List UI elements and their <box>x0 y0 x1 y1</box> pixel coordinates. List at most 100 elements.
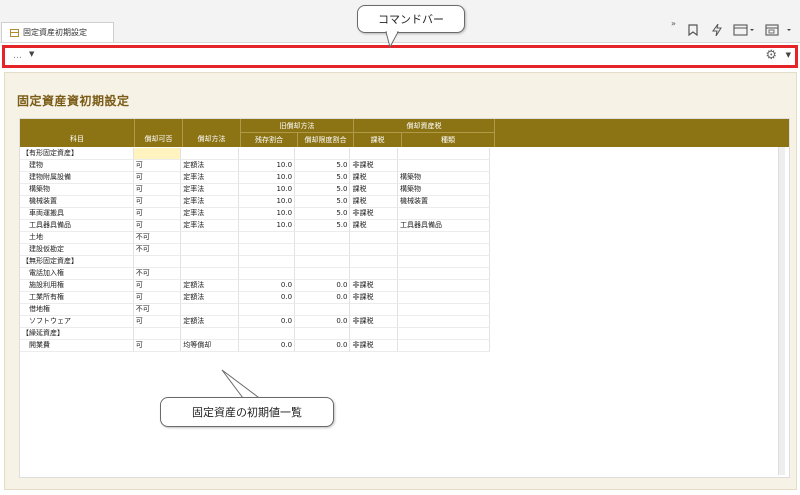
more-commands-button[interactable]: … <box>13 51 22 61</box>
cell-subject[interactable]: 【繰延資産】 <box>20 328 134 340</box>
cell-tax[interactable] <box>350 148 398 160</box>
cell-subject[interactable]: 【有形固定資産】 <box>20 148 134 160</box>
cell-limit[interactable]: 5.0 <box>295 160 351 172</box>
table-row[interactable]: 工業所有権可定額法 0.0 0.0 非課税 <box>20 292 490 304</box>
cell-can-depreciate[interactable]: 可 <box>133 196 182 208</box>
lightning-icon[interactable] <box>710 23 724 40</box>
cell-method[interactable]: 定額法 <box>181 316 239 328</box>
table-row[interactable]: 建物附属設備可定率法 10.0 5.0 課税 構築物 <box>20 172 490 184</box>
cell-kind[interactable] <box>398 316 490 328</box>
table-row[interactable]: 機械装置可定率法 10.0 5.0 課税 機械装置 <box>20 196 490 208</box>
cell-residual[interactable] <box>238 256 296 268</box>
cell-tax[interactable] <box>350 256 398 268</box>
table-row[interactable]: 施設利用権可定額法 0.0 0.0 非課税 <box>20 280 490 292</box>
cell-subject[interactable]: 土地 <box>20 232 134 244</box>
cell-tax[interactable]: 課税 <box>350 184 398 196</box>
cell-method[interactable]: 定額法 <box>181 160 239 172</box>
table-row[interactable]: 借地権 不可 <box>20 304 490 316</box>
gear-icon[interactable]: ⚙ <box>765 49 777 63</box>
cell-kind[interactable]: 構築物 <box>398 184 490 196</box>
cell-tax[interactable]: 課税 <box>350 220 398 232</box>
cell-limit[interactable] <box>295 256 351 268</box>
cell-limit[interactable]: 5.0 <box>295 172 351 184</box>
cell-kind[interactable] <box>398 268 490 280</box>
cell-tax[interactable]: 非課税 <box>350 280 398 292</box>
cell-can-depreciate[interactable] <box>133 328 182 340</box>
cell-can-depreciate[interactable]: 可 <box>133 316 182 328</box>
cell-kind[interactable] <box>398 304 490 316</box>
cell-residual[interactable]: 10.0 <box>238 220 296 232</box>
cell-method[interactable]: 定率法 <box>181 172 239 184</box>
cell-limit[interactable] <box>295 328 351 340</box>
chevron-down-icon[interactable]: ▼ <box>786 51 791 59</box>
cell-tax[interactable] <box>350 268 398 280</box>
cell-method[interactable] <box>181 256 239 268</box>
table-row[interactable]: 構築物可定率法 10.0 5.0 課税 構築物 <box>20 184 490 196</box>
cell-residual[interactable] <box>238 328 296 340</box>
cell-tax[interactable]: 課税 <box>350 196 398 208</box>
cell-residual[interactable]: 10.0 <box>238 160 296 172</box>
cell-residual[interactable] <box>238 304 296 316</box>
cell-can-depreciate[interactable]: 可 <box>133 292 182 304</box>
cell-kind[interactable] <box>398 244 490 256</box>
cell-limit[interactable] <box>295 304 351 316</box>
chevrons-right-icon[interactable]: » <box>671 17 676 31</box>
cell-kind[interactable] <box>398 160 490 172</box>
cell-residual[interactable] <box>238 244 296 256</box>
bookmark-icon[interactable] <box>686 24 700 40</box>
cell-method[interactable]: 均等償却 <box>181 340 239 352</box>
cell-method[interactable]: 定率法 <box>181 208 239 220</box>
cell-tax[interactable] <box>350 328 398 340</box>
table-row[interactable]: 工具器具備品可定率法 10.0 5.0 課税 工具器具備品 <box>20 220 490 232</box>
cell-tax[interactable]: 非課税 <box>350 208 398 220</box>
cell-limit[interactable]: 0.0 <box>295 280 351 292</box>
cell-tax[interactable]: 非課税 <box>350 160 398 172</box>
cell-limit[interactable]: 5.0 <box>295 184 351 196</box>
cell-subject[interactable]: 構築物 <box>20 184 134 196</box>
cell-subject[interactable]: 施設利用権 <box>20 280 134 292</box>
cell-can-depreciate[interactable]: 不可 <box>133 244 182 256</box>
cell-residual[interactable]: 10.0 <box>238 172 296 184</box>
cell-kind[interactable] <box>398 256 490 268</box>
cell-method[interactable]: 定率法 <box>181 184 239 196</box>
cell-limit[interactable] <box>295 268 351 280</box>
cell-residual[interactable]: 10.0 <box>238 208 296 220</box>
cell-residual[interactable] <box>238 232 296 244</box>
cell-limit[interactable]: 0.0 <box>295 292 351 304</box>
cell-method[interactable] <box>181 244 239 256</box>
cell-limit[interactable] <box>295 148 351 160</box>
cell-residual[interactable]: 0.0 <box>238 340 296 352</box>
cell-method[interactable] <box>181 148 239 160</box>
cell-subject[interactable]: 建物附属設備 <box>20 172 134 184</box>
cell-kind[interactable] <box>398 148 490 160</box>
cell-subject[interactable]: ソフトウェア <box>20 316 134 328</box>
cell-can-depreciate[interactable]: 可 <box>133 220 182 232</box>
cell-can-depreciate[interactable]: 可 <box>133 340 182 352</box>
cell-residual[interactable] <box>238 148 296 160</box>
cell-tax[interactable] <box>350 304 398 316</box>
cell-subject[interactable]: 工業所有権 <box>20 292 134 304</box>
cell-limit[interactable]: 0.0 <box>295 316 351 328</box>
cell-tax[interactable]: 課税 <box>350 172 398 184</box>
cell-can-depreciate[interactable]: 可 <box>133 172 182 184</box>
chevron-down-icon[interactable]: ▼ <box>29 50 34 58</box>
cell-subject[interactable]: 【無形固定資産】 <box>20 256 134 268</box>
cell-subject[interactable]: 工具器具備品 <box>20 220 134 232</box>
cell-tax[interactable]: 非課税 <box>350 316 398 328</box>
cell-method[interactable]: 定額法 <box>181 280 239 292</box>
cell-method[interactable]: 定率法 <box>181 196 239 208</box>
cell-subject[interactable]: 開業費 <box>20 340 134 352</box>
tab-fixed-asset-settings[interactable]: 固定資産初期設定 <box>1 22 114 42</box>
cell-kind[interactable]: 工具器具備品 <box>398 220 490 232</box>
cell-method[interactable]: 定率法 <box>181 220 239 232</box>
cell-kind[interactable] <box>398 292 490 304</box>
calendar-icon[interactable] <box>764 24 794 40</box>
cell-residual[interactable]: 10.0 <box>238 196 296 208</box>
cell-kind[interactable] <box>398 232 490 244</box>
cell-tax[interactable]: 非課税 <box>350 340 398 352</box>
cell-limit[interactable] <box>295 232 351 244</box>
cell-method[interactable] <box>181 328 239 340</box>
cell-method[interactable] <box>181 304 239 316</box>
table-row[interactable]: 【有形固定資産】 <box>20 148 490 160</box>
cell-can-depreciate[interactable]: 可 <box>133 184 182 196</box>
